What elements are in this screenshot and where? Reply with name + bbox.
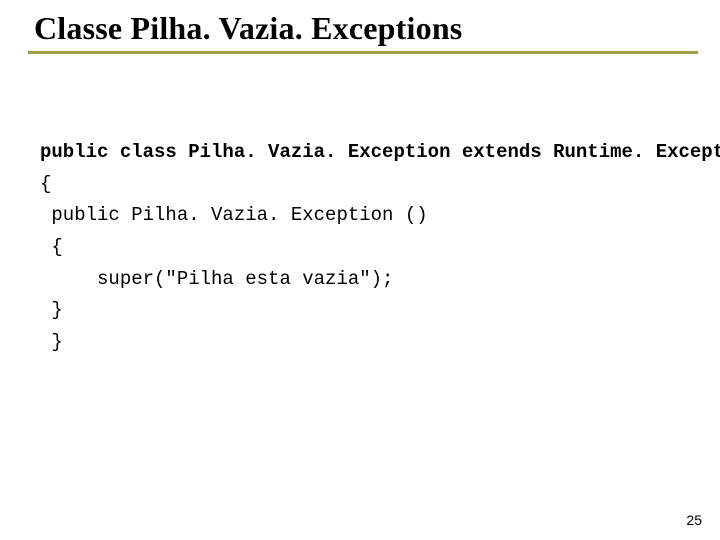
code-line: { (40, 235, 680, 261)
page-number: 25 (686, 512, 702, 528)
code-line: { (40, 172, 680, 198)
code-declaration: public class Pilha. Vazia. Exception ext… (40, 140, 680, 166)
code-line: } (40, 298, 680, 324)
code-line: public Pilha. Vazia. Exception () (40, 203, 680, 229)
code-block: public class Pilha. Vazia. Exception ext… (40, 140, 680, 355)
slide: Classe Pilha. Vazia. Exceptions public c… (0, 0, 720, 540)
title-block: Classe Pilha. Vazia. Exceptions (28, 10, 698, 54)
slide-title: Classe Pilha. Vazia. Exceptions (34, 10, 462, 46)
code-line: } (40, 330, 680, 356)
code-line: super("Pilha esta vazia"); (40, 267, 680, 293)
